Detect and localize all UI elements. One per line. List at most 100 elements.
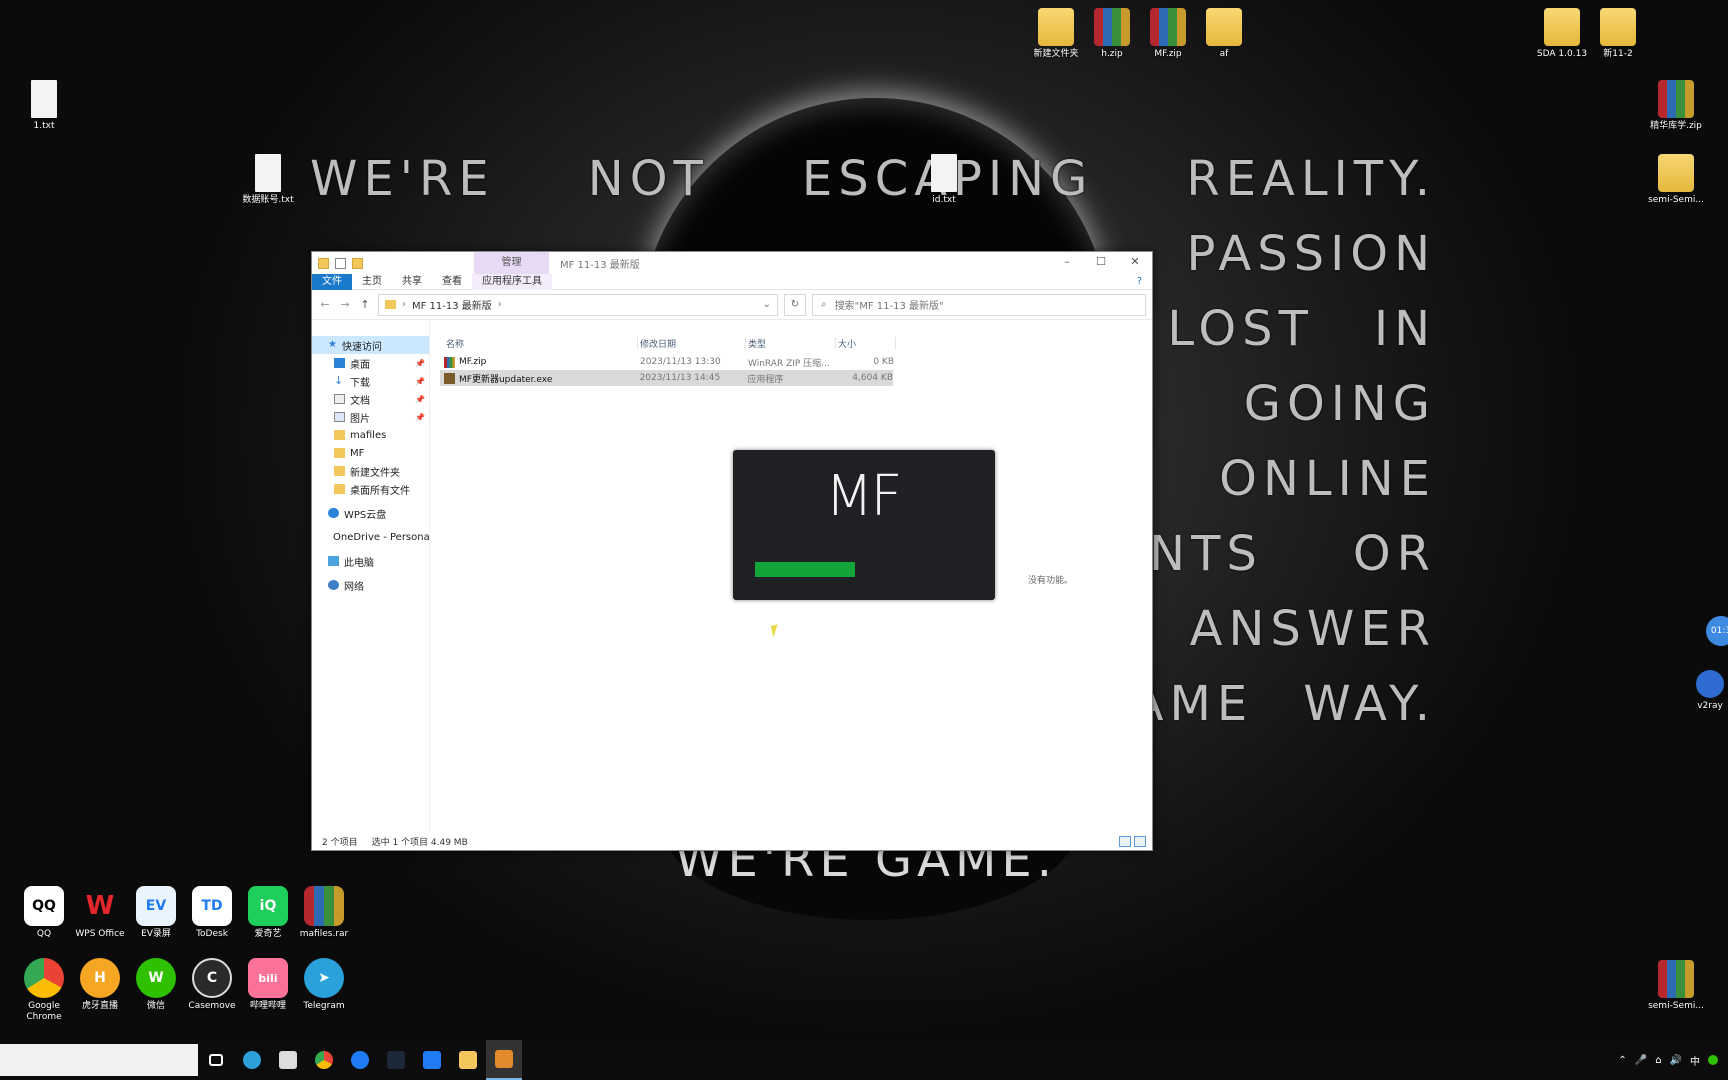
- winrar-icon: [1658, 960, 1694, 998]
- desktop-icon-bilibili[interactable]: bili 哔哩哔哩: [236, 958, 300, 1012]
- nav-network[interactable]: 网络: [312, 576, 429, 594]
- desktop-icon-file[interactable]: 数据账号.txt: [236, 154, 300, 206]
- desktop-icon-telegram[interactable]: ➤ Telegram: [292, 958, 356, 1012]
- nav-folder[interactable]: mafiles: [312, 426, 429, 444]
- chevron-down-icon[interactable]: ⌄: [763, 299, 771, 310]
- desktop-icon-folder[interactable]: 新建文件夹: [1024, 8, 1088, 60]
- desktop-icon-huya[interactable]: H 虎牙直播: [68, 958, 132, 1012]
- minimize-button[interactable]: –: [1050, 252, 1084, 272]
- winrar-icon: [304, 886, 344, 926]
- taskbar-app[interactable]: [342, 1040, 378, 1080]
- help-icon[interactable]: ?: [1127, 274, 1152, 290]
- nav-documents[interactable]: 文档 📌: [312, 390, 429, 408]
- search-input[interactable]: ⌕ 搜索"MF 11-13 最新版": [812, 293, 1146, 316]
- desktop-icon-file[interactable]: id.txt: [912, 154, 976, 206]
- desktop-icon-zip[interactable]: h.zip: [1080, 8, 1144, 60]
- column-name[interactable]: 名称: [444, 336, 638, 350]
- desktop-icon-folder[interactable]: SDA 1.0.13: [1530, 8, 1594, 60]
- taskbar-chrome[interactable]: [306, 1040, 342, 1080]
- taskbar-file-explorer[interactable]: [450, 1040, 486, 1080]
- title-bar[interactable]: 管理 MF 11-13 最新版 – ☐ ✕: [312, 252, 1152, 274]
- tab-home[interactable]: 主页: [352, 274, 392, 290]
- desktop-icon-wps[interactable]: W WPS Office: [68, 886, 132, 940]
- desktop-icon-ev[interactable]: EV EV录屏: [124, 886, 188, 940]
- refresh-button[interactable]: ↻: [784, 293, 806, 316]
- taskbar-edge[interactable]: [234, 1040, 270, 1080]
- tab-view[interactable]: 查看: [432, 274, 472, 290]
- tab-share[interactable]: 共享: [392, 274, 432, 290]
- microphone-icon[interactable]: 🎤: [1635, 1055, 1647, 1066]
- properties-icon[interactable]: [335, 257, 346, 269]
- column-type[interactable]: 类型: [746, 336, 836, 350]
- desktop-icon-file[interactable]: 1.txt: [12, 80, 76, 132]
- folder-icon: [1600, 8, 1636, 46]
- nav-folder[interactable]: MF: [312, 444, 429, 462]
- slogan-word: ONLINE: [1219, 451, 1436, 507]
- nav-onedrive[interactable]: OneDrive - Personal: [312, 528, 429, 546]
- file-explorer-window[interactable]: 管理 MF 11-13 最新版 – ☐ ✕ 文件 主页 共享 查看 应用程序工具…: [311, 251, 1153, 851]
- nav-quick-access[interactable]: ★ 快速访问: [312, 336, 429, 354]
- nav-this-pc[interactable]: 此电脑: [312, 552, 429, 570]
- nav-folder[interactable]: 新建文件夹: [312, 462, 429, 480]
- tab-file[interactable]: 文件: [312, 273, 352, 290]
- folder-icon: [1038, 8, 1074, 46]
- desktop-icon-folder[interactable]: af: [1192, 8, 1256, 60]
- clock-widget[interactable]: 01:3: [1706, 616, 1728, 646]
- large-icons-view-icon[interactable]: [1134, 836, 1146, 847]
- tab-manage[interactable]: 管理: [474, 252, 549, 274]
- taskbar-mf-updater[interactable]: [486, 1040, 522, 1080]
- desktop-icon-todesk[interactable]: TD ToDesk: [180, 886, 244, 940]
- desktop-icon-zip[interactable]: 精华库学.zip: [1644, 80, 1708, 132]
- up-button[interactable]: ↑: [358, 298, 372, 311]
- v2ray-icon: [1696, 670, 1724, 698]
- taskbar-steam[interactable]: [378, 1040, 414, 1080]
- back-button[interactable]: ←: [318, 298, 332, 311]
- winrar-icon: [1094, 8, 1130, 46]
- winrar-icon: [444, 356, 455, 368]
- maximize-button[interactable]: ☐: [1084, 252, 1118, 272]
- desktop-icon-folder[interactable]: semi-Semi...: [1644, 154, 1708, 206]
- slogan-word: WAY.: [1303, 676, 1436, 732]
- desktop-icon-app[interactable]: v2ray: [1690, 670, 1728, 712]
- tab-app-tools[interactable]: 应用程序工具: [472, 273, 552, 290]
- chevron-up-icon[interactable]: ⌃: [1618, 1055, 1626, 1066]
- column-size[interactable]: 大小: [836, 336, 896, 350]
- nav-desktop[interactable]: 桌面 📌: [312, 354, 429, 372]
- nav-downloads[interactable]: ↓ 下载 📌: [312, 372, 429, 390]
- pictures-icon: [334, 412, 345, 422]
- details-view-icon[interactable]: [1119, 836, 1131, 847]
- desktop-icon-zip[interactable]: MF.zip: [1136, 8, 1200, 60]
- taskbar-mail[interactable]: [270, 1040, 306, 1080]
- wechat-tray-icon[interactable]: [1708, 1055, 1718, 1065]
- new-folder-icon[interactable]: [352, 257, 363, 269]
- close-button[interactable]: ✕: [1118, 252, 1152, 272]
- taskbar-search-box[interactable]: [0, 1044, 198, 1076]
- nav-pictures[interactable]: 图片 📌: [312, 408, 429, 426]
- breadcrumb[interactable]: MF 11-13 最新版: [412, 297, 492, 312]
- nav-folder[interactable]: 桌面所有文件: [312, 480, 429, 498]
- desktop-icon-mafiles[interactable]: mafiles.rar: [292, 886, 356, 940]
- file-row-selected[interactable]: MF更新器updater.exe 2023/11/13 14:45 应用程序 4…: [440, 370, 893, 386]
- volume-icon[interactable]: 🔊: [1670, 1055, 1682, 1066]
- file-row[interactable]: MF.zip 2023/11/13 13:30 WinRAR ZIP 压缩...…: [430, 354, 1152, 370]
- desktop-icon-chrome[interactable]: Google Chrome: [12, 958, 76, 1023]
- slogan-word: PASSION: [1186, 226, 1436, 282]
- network-icon[interactable]: ⌂: [1655, 1055, 1661, 1066]
- task-view-button[interactable]: [198, 1040, 234, 1080]
- desktop-icon-folder[interactable]: 新11-2: [1586, 8, 1650, 60]
- chevron-right-icon: ›: [402, 299, 406, 310]
- desktop-icon-zip[interactable]: semi-Semi...: [1644, 960, 1708, 1012]
- nav-wps-cloud[interactable]: WPS云盘: [312, 504, 429, 522]
- taskbar-todesk[interactable]: [414, 1040, 450, 1080]
- ribbon-tabs: 文件 主页 共享 查看 应用程序工具 ?: [312, 273, 1152, 290]
- column-date[interactable]: 修改日期: [638, 336, 746, 350]
- address-bar[interactable]: › MF 11-13 最新版 › ⌄: [378, 293, 778, 316]
- desktop-icon-casemove[interactable]: C Casemove: [180, 958, 244, 1012]
- desktop-icon-iqiyi[interactable]: iQ 爱奇艺: [236, 886, 300, 940]
- iqiyi-icon: iQ: [248, 886, 288, 926]
- forward-button[interactable]: →: [338, 298, 352, 311]
- folder-icon: [318, 257, 329, 269]
- desktop-icon-qq[interactable]: QQ QQ: [12, 886, 76, 940]
- desktop-icon-wechat[interactable]: W 微信: [124, 958, 188, 1012]
- input-language[interactable]: 中: [1690, 1053, 1700, 1068]
